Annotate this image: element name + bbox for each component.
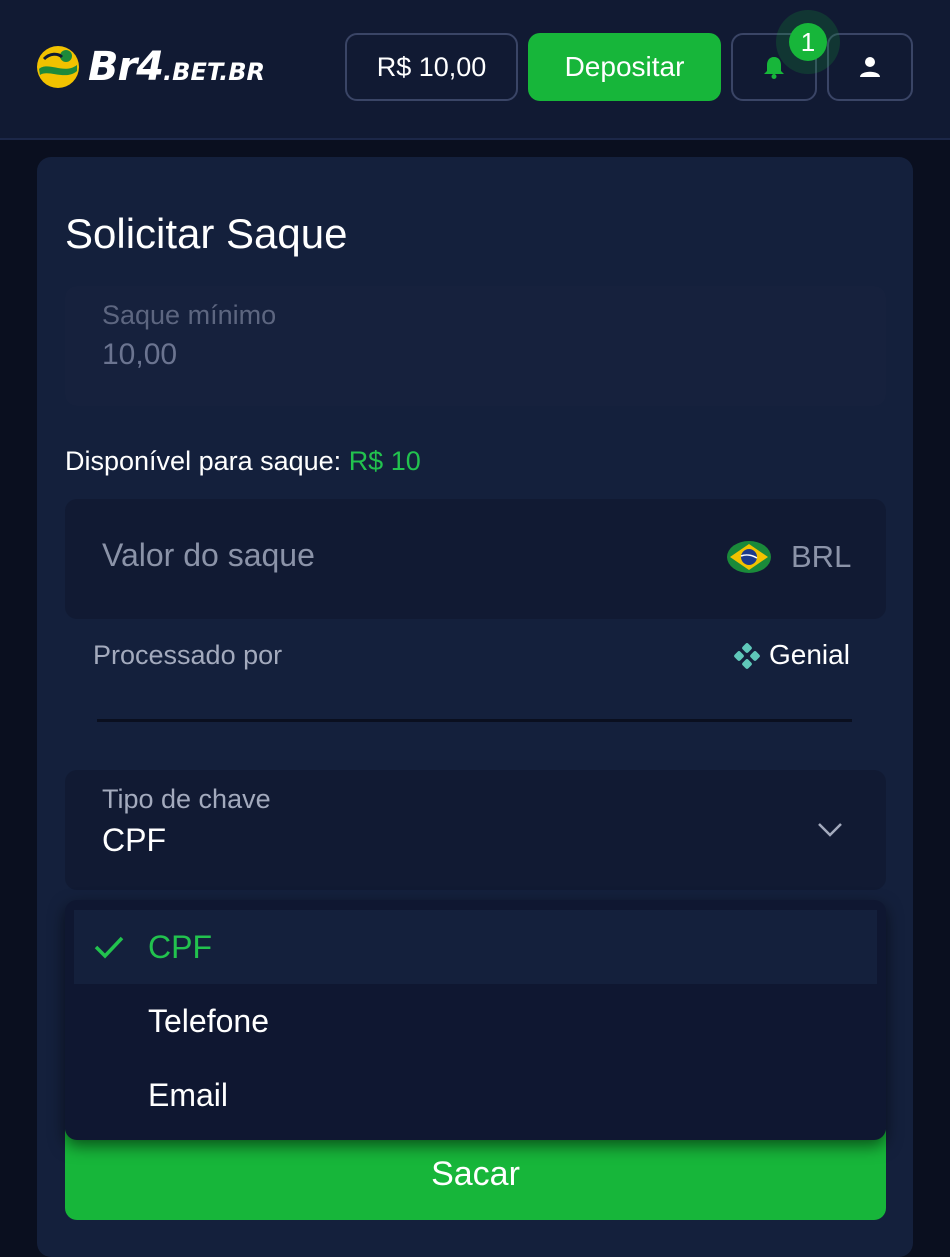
notification-count: 1 <box>800 26 816 57</box>
key-type-dropdown: CPF Telefone Email <box>65 900 886 1140</box>
logo-ball-icon <box>37 46 79 88</box>
deposit-label: Depositar <box>564 51 685 82</box>
min-withdraw-label: Saque mínimo <box>102 300 277 330</box>
key-type-select[interactable]: Tipo de chave CPF <box>65 770 886 890</box>
brand-logo[interactable]: Br4.BET.BR <box>36 42 265 92</box>
logo-wordmark: Br4.BET.BR <box>88 44 265 90</box>
page-title: Solicitar Saque <box>65 210 348 257</box>
balance-button[interactable]: R$ 10,00 <box>345 33 518 101</box>
balance-value: R$ 10,00 <box>376 51 487 82</box>
key-type-value: CPF <box>102 822 166 858</box>
logo-text-suffix: .BET.BR <box>163 58 266 86</box>
key-option-label: Telefone <box>148 1002 269 1039</box>
key-option-email[interactable]: Email <box>74 1058 877 1132</box>
key-option-telefone[interactable]: Telefone <box>74 984 877 1058</box>
logo-text-main: Br4 <box>88 44 164 90</box>
processed-by-label: Processado por <box>93 640 283 670</box>
available-balance: Disponível para saque: R$ 10 <box>65 446 421 477</box>
chevron-down-icon <box>818 823 842 837</box>
notification-badge: 1 <box>789 23 827 61</box>
key-option-label: CPF <box>148 928 212 965</box>
withdraw-submit-label: Sacar <box>431 1154 520 1193</box>
check-icon <box>94 936 124 959</box>
brazil-flag-icon <box>727 541 771 573</box>
key-type-label: Tipo de chave <box>102 784 271 814</box>
processor-name: Genial <box>769 639 850 670</box>
section-divider <box>97 719 852 722</box>
available-label: Disponível para saque: <box>65 446 342 476</box>
min-withdraw-field: Saque mínimo 10,00 <box>65 286 886 406</box>
available-value: R$ 10 <box>348 446 421 476</box>
key-option-cpf[interactable]: CPF <box>74 910 877 984</box>
deposit-button[interactable]: Depositar <box>528 33 721 101</box>
key-option-label: Email <box>148 1076 229 1113</box>
genial-icon <box>734 643 760 669</box>
min-withdraw-value: 10,00 <box>102 338 178 371</box>
user-icon <box>860 57 880 77</box>
amount-placeholder: Valor do saque <box>102 537 315 573</box>
currency-code: BRL <box>791 539 852 574</box>
withdraw-amount-input[interactable]: Valor do saque BRL <box>65 499 886 619</box>
